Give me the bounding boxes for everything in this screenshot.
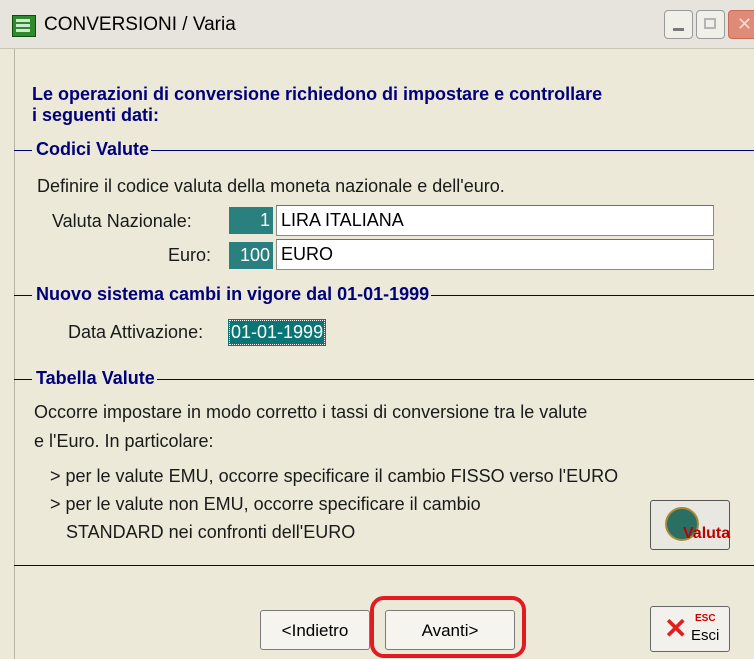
valuta-nazionale-name-field[interactable]: LIRA ITALIANA	[276, 205, 714, 236]
minimize-icon[interactable]	[664, 10, 693, 39]
esc-key-label: ESC	[695, 613, 716, 624]
section-nuovo-sistema: Nuovo sistema cambi in vigore dal 01-01-…	[14, 284, 754, 308]
section-heading: Nuovo sistema cambi in vigore dal 01-01-…	[32, 284, 432, 305]
section-heading: Tabella Valute	[32, 368, 157, 389]
tabella-text-1: Occorre impostare in modo corretto i tas…	[34, 402, 588, 422]
close-x-icon: ✕	[664, 613, 688, 644]
intro-text: Le operazioni di conversione richiedono …	[32, 84, 742, 126]
section-codici-valute: Codici Valute	[14, 139, 754, 163]
esci-button[interactable]: ✕ ESC Esci	[650, 606, 730, 652]
intro-line-1: Le operazioni di conversione richiedono …	[32, 84, 603, 104]
annotation-highlight	[370, 596, 526, 658]
valuta-nazionale-code-field[interactable]: 1	[229, 207, 273, 234]
window-left-frame	[0, 49, 15, 659]
euro-label: Euro:	[168, 245, 212, 265]
data-attivazione-field[interactable]: 01-01-1999	[228, 319, 327, 346]
section-heading: Codici Valute	[32, 139, 152, 160]
intro-line-2: i seguenti dati:	[32, 105, 160, 125]
esci-label: Esci	[691, 627, 720, 644]
window-title: CONVERSIONI / Varia	[44, 14, 236, 35]
title-bar: CONVERSIONI / Varia	[0, 0, 754, 49]
euro-code-field[interactable]: 100	[229, 242, 273, 269]
conversioni-window: CONVERSIONI / Varia Le operazioni di con…	[0, 0, 754, 659]
data-attivazione-label: Data Attivazione:	[68, 322, 204, 342]
valuta-button-label: Valuta	[683, 525, 731, 542]
codici-description: Definire il codice valuta della moneta n…	[37, 176, 505, 196]
tabella-text-2: e l'Euro. In particolare:	[34, 431, 214, 451]
euro-name-field[interactable]: EURO	[276, 239, 714, 270]
section-tabella-valute: Tabella Valute	[14, 368, 754, 392]
tabella-bullet-2-cont: STANDARD nei confronti dell'EURO	[66, 522, 356, 542]
maximize-icon[interactable]	[696, 10, 725, 39]
tabella-bullet-1: > per le valute EMU, occorre specificare…	[50, 466, 619, 486]
valuta-nazionale-label: Valuta Nazionale:	[52, 211, 192, 231]
footer-divider	[14, 565, 754, 566]
indietro-button[interactable]: <Indietro	[260, 610, 370, 650]
close-icon[interactable]	[728, 10, 754, 39]
app-icon	[12, 15, 36, 37]
valuta-button[interactable]: Valuta	[650, 500, 730, 550]
tabella-bullet-2: > per le valute non EMU, occorre specifi…	[50, 494, 481, 514]
